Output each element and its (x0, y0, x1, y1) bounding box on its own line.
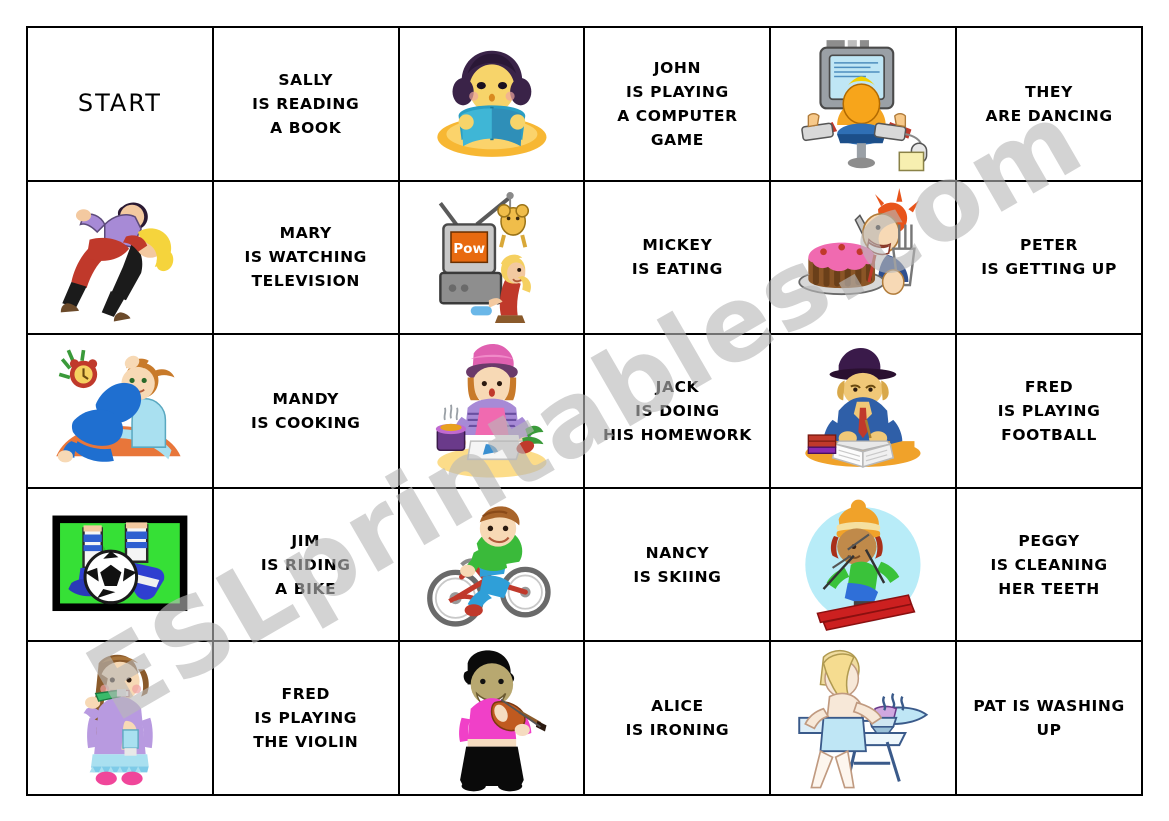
board-cell-text[interactable]: ALICE IS IRONING (585, 642, 772, 796)
boy-computer-game-illustration (801, 40, 928, 172)
board-cell-text[interactable]: START (28, 28, 214, 182)
board-cell-image[interactable]: Pow (399, 181, 586, 336)
start-label: START (77, 89, 162, 118)
sentence-label: MARY IS WATCHING TELEVISION (244, 224, 367, 291)
person-violin-illustration (458, 650, 547, 792)
sentence-label: JOHN IS PLAYING A COMPUTER GAME (617, 58, 738, 149)
board-cell-image[interactable] (28, 181, 214, 336)
board-cell-text[interactable]: SALLY IS READING A BOOK (213, 28, 400, 182)
board-cell-text[interactable]: JIM IS RIDING A BIKE (213, 488, 400, 643)
board-game-grid: START SALLY IS READING A BOOK JOHN IS PLA… (26, 26, 1143, 796)
board-cell-text[interactable]: JOHN IS PLAYING A COMPUTER GAME (585, 28, 772, 182)
sentence-label: MANDY IS COOKING (250, 389, 361, 432)
boy-riding-bike-illustration (426, 506, 551, 627)
board-cell-image[interactable] (28, 642, 214, 796)
sentence-label: MICKEY IS EATING (631, 236, 723, 279)
sentence-label: FRED IS PLAYING FOOTBALL (997, 377, 1101, 444)
board-cell-text[interactable]: JACK IS DOING HIS HOMEWORK (585, 335, 772, 489)
board-cell-image[interactable] (771, 335, 958, 489)
boy-homework-illustration (805, 348, 921, 469)
board-cell-image[interactable] (399, 335, 586, 489)
board-cell-text[interactable]: MARY IS WATCHING TELEVISION (213, 181, 400, 336)
board-cell-image[interactable] (28, 335, 214, 489)
sentence-label: ALICE IS IRONING (625, 697, 730, 740)
board-cell-text[interactable]: FRED IS PLAYING THE VIOLIN (213, 642, 400, 796)
board-cell-text[interactable]: NANCY IS SKIING (585, 488, 772, 643)
sentence-label: FRED IS PLAYING THE VIOLIN (253, 685, 359, 752)
sentence-label: PAT IS WASHING UP (973, 697, 1125, 740)
board-cell-text[interactable]: PETER IS GETTING UP (957, 181, 1143, 336)
sentence-label: THEY ARE DANCING (985, 82, 1113, 125)
board-cell-image[interactable] (399, 642, 586, 796)
worksheet-page: ESLprintables.com START SALLY IS READING … (0, 0, 1169, 821)
sentence-label: NANCY IS SKIING (633, 543, 722, 586)
sentence-label: JACK IS DOING HIS HOMEWORK (602, 377, 752, 444)
board-cell-image[interactable] (771, 488, 958, 643)
sentence-label: JIM IS RIDING A BIKE (260, 531, 351, 598)
board-cell-text[interactable]: PAT IS WASHING UP (957, 642, 1143, 796)
sentence-label: PEGGY IS CLEANING HER TEETH (990, 531, 1108, 598)
couple-dancing-illustration (60, 202, 174, 322)
child-skiing-illustration (805, 499, 921, 631)
board-cell-image[interactable] (399, 488, 586, 643)
girl-reading-book-illustration (436, 50, 547, 157)
board-cell-text[interactable]: PEGGY IS CLEANING HER TEETH (957, 488, 1143, 643)
board-cell-text[interactable]: FRED IS PLAYING FOOTBALL (957, 335, 1143, 489)
man-eating-cake-illustration (798, 187, 920, 295)
sentence-label: PETER IS GETTING UP (981, 236, 1117, 279)
girl-brushing-teeth-illustration (83, 655, 153, 786)
girl-watching-tv-illustration: Pow (438, 191, 531, 323)
board-cell-image[interactable] (771, 28, 958, 182)
board-cell-text[interactable]: MANDY IS COOKING (213, 335, 400, 489)
girl-cooking-illustration (435, 344, 547, 478)
football-kick-illustration (52, 515, 188, 611)
board-cell-text[interactable]: THEY ARE DANCING (957, 28, 1143, 182)
board-cell-text[interactable]: MICKEY IS EATING (585, 181, 772, 336)
board-cell-image[interactable] (28, 488, 214, 643)
woman-ironing-illustration (798, 650, 929, 789)
svg-text:Pow: Pow (453, 241, 485, 257)
board-cell-image[interactable] (771, 642, 958, 796)
sentence-label: SALLY IS READING A BOOK (252, 70, 360, 137)
board-cell-image[interactable] (771, 181, 958, 336)
boy-getting-up-illustration (56, 349, 181, 463)
board-cell-image[interactable] (399, 28, 586, 182)
